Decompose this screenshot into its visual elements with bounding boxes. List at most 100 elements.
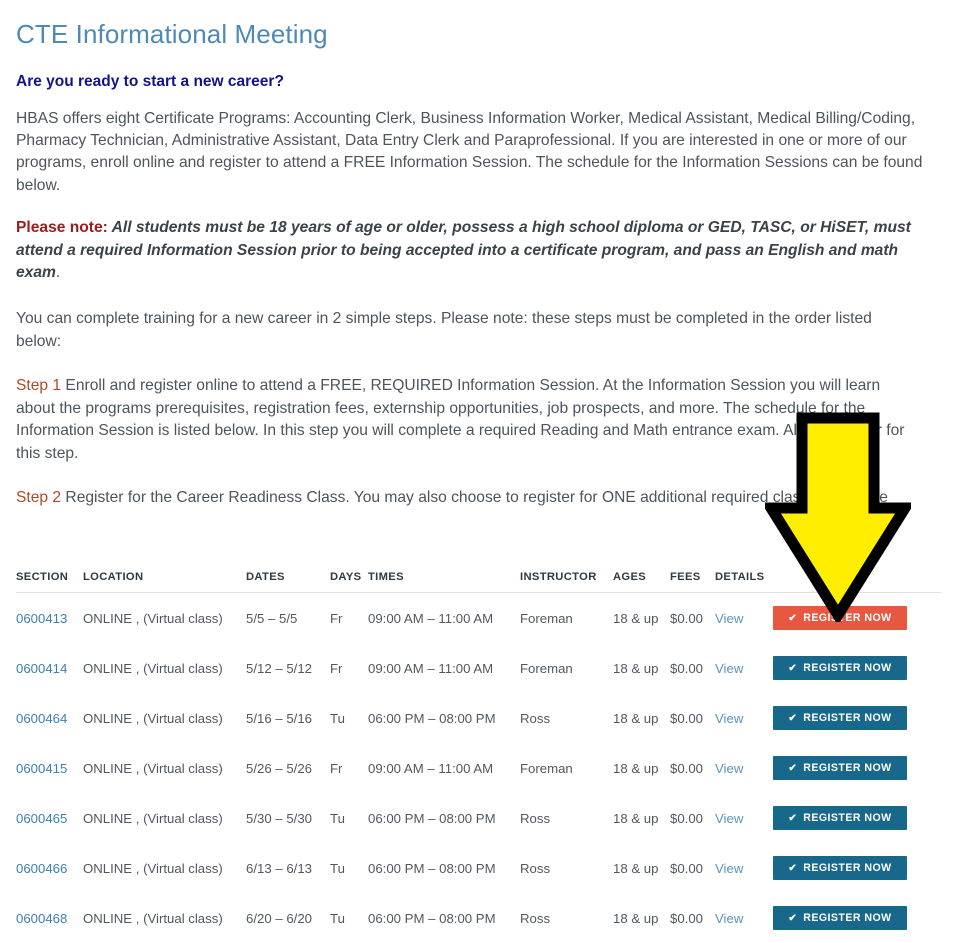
cell-instructor: Ross	[520, 710, 551, 726]
cell-days: Fr	[330, 610, 343, 626]
cell-action: ✔ REGISTER NOW	[773, 793, 941, 843]
cell-location: ONLINE , (Virtual class)	[83, 810, 223, 826]
cell-details: View	[715, 593, 773, 644]
register-now-button[interactable]: ✔ REGISTER NOW	[773, 856, 907, 881]
cell-section: 0600465	[16, 793, 83, 843]
column-header-location: LOCATION	[83, 571, 246, 594]
schedule-table-body: 0600413 ONLINE , (Virtual class) 5/5 – 5/5…	[16, 593, 941, 943]
table-row: 0600415 ONLINE , (Virtual class) 5/26 – 5/…	[16, 743, 941, 793]
view-details-link[interactable]: View	[715, 811, 743, 826]
view-details-link[interactable]: View	[715, 611, 743, 626]
table-row: 0600466 ONLINE , (Virtual class) 6/13 – 6/…	[16, 843, 941, 893]
cell-ages: 18 & up	[613, 910, 659, 926]
cell-dates: 5/30 – 5/30	[246, 810, 312, 826]
column-header-section: SECTION	[16, 571, 83, 594]
cell-ages: 18 & up	[613, 660, 659, 676]
cell-details: View	[715, 743, 773, 793]
column-header-days: DAYS	[330, 571, 368, 594]
cell-section: 0600464	[16, 693, 83, 743]
cell-fees: $0.00	[670, 610, 704, 626]
cell-dates: 6/13 – 6/13	[246, 860, 312, 876]
section-number-link[interactable]: 0600413	[16, 611, 67, 626]
register-now-label: REGISTER NOW	[803, 712, 892, 725]
register-now-button[interactable]: ✔ REGISTER NOW	[773, 606, 907, 631]
cell-section: 0600414	[16, 643, 83, 693]
page-root: CTE Informational Meeting Are you ready …	[0, 0, 957, 931]
table-row: 0600468 ONLINE , (Virtual class) 6/20 – 6/…	[16, 893, 941, 943]
cell-ages: 18 & up	[613, 710, 659, 726]
cell-dates: 5/26 – 5/26	[246, 760, 312, 776]
cell-fees: $0.00	[670, 810, 704, 826]
register-now-button[interactable]: ✔ REGISTER NOW	[773, 756, 907, 781]
checkmark-icon: ✔	[788, 813, 798, 825]
cell-ages: 18 & up	[613, 760, 659, 776]
checkmark-icon: ✔	[788, 863, 798, 875]
cell-days: Tu	[330, 860, 345, 876]
content-area: CTE Informational Meeting Are you ready …	[0, 0, 957, 509]
register-now-button[interactable]: ✔ REGISTER NOW	[773, 656, 907, 681]
cell-days: Fr	[330, 660, 343, 676]
view-details-link[interactable]: View	[715, 911, 743, 926]
register-now-button[interactable]: ✔ REGISTER NOW	[773, 906, 907, 931]
view-details-link[interactable]: View	[715, 761, 743, 776]
cell-days: Tu	[330, 810, 345, 826]
column-header-action	[773, 571, 941, 594]
cell-instructor: Foreman	[520, 660, 573, 676]
table-row: 0600465 ONLINE , (Virtual class) 5/30 – 5/…	[16, 793, 941, 843]
cell-instructor: Ross	[520, 860, 551, 876]
section-number-link[interactable]: 0600414	[16, 661, 67, 676]
step-2-label: Step 2	[16, 488, 62, 506]
cell-instructor: Foreman	[520, 610, 573, 626]
cell-section: 0600466	[16, 843, 83, 893]
cell-location: ONLINE , (Virtual class)	[83, 910, 223, 926]
cell-action: ✔ REGISTER NOW	[773, 743, 941, 793]
page-title: CTE Informational Meeting	[16, 19, 328, 49]
cell-action: ✔ REGISTER NOW	[773, 643, 941, 693]
cell-dates: 6/20 – 6/20	[246, 910, 312, 926]
cell-days: Fr	[330, 760, 343, 776]
cell-days: Tu	[330, 710, 345, 726]
register-now-button[interactable]: ✔ REGISTER NOW	[773, 706, 907, 731]
register-now-button[interactable]: ✔ REGISTER NOW	[773, 806, 907, 831]
cell-dates: 5/12 – 5/12	[246, 660, 312, 676]
register-now-label: REGISTER NOW	[803, 762, 892, 775]
cell-times: 06:00 PM – 08:00 PM	[368, 910, 496, 926]
column-header-ages: AGES	[613, 571, 670, 594]
cell-ages: 18 & up	[613, 610, 659, 626]
cell-ages: 18 & up	[613, 860, 659, 876]
please-note-tail: .	[55, 264, 61, 282]
column-header-details: DETAILS	[715, 571, 773, 594]
step-1-body: Enroll and register online to attend a F…	[16, 377, 905, 462]
register-now-label: REGISTER NOW	[803, 912, 892, 925]
cell-section: 0600415	[16, 743, 83, 793]
cell-details: View	[715, 643, 773, 693]
section-number-link[interactable]: 0600468	[16, 911, 67, 926]
view-details-link[interactable]: View	[715, 711, 743, 726]
cell-times: 09:00 AM – 11:00 AM	[368, 760, 494, 776]
step-2-body: Register for the Career Readiness Class.…	[61, 488, 888, 506]
section-number-link[interactable]: 0600466	[16, 861, 67, 876]
cell-times: 06:00 PM – 08:00 PM	[368, 710, 496, 726]
table-row: 0600464 ONLINE , (Virtual class) 5/16 – 5/…	[16, 693, 941, 743]
cell-times: 06:00 PM – 08:00 PM	[368, 810, 496, 826]
section-number-link[interactable]: 0600464	[16, 711, 67, 726]
step-1-paragraph: Step 1 Enroll and register online to att…	[16, 375, 921, 465]
cell-fees: $0.00	[670, 760, 704, 776]
cell-location: ONLINE , (Virtual class)	[83, 710, 223, 726]
cell-action: ✔ REGISTER NOW	[773, 843, 941, 893]
view-details-link[interactable]: View	[715, 861, 743, 876]
cell-instructor: Foreman	[520, 760, 573, 776]
view-details-link[interactable]: View	[715, 661, 743, 676]
cell-action: ✔ REGISTER NOW	[773, 693, 941, 743]
cell-times: 09:00 AM – 11:00 AM	[368, 610, 494, 626]
column-header-fees: FEES	[670, 571, 715, 594]
cell-instructor: Ross	[520, 810, 551, 826]
section-number-link[interactable]: 0600415	[16, 761, 67, 776]
cell-fees: $0.00	[670, 910, 704, 926]
column-header-dates: DATES	[246, 571, 330, 594]
cell-action: ✔ REGISTER NOW	[773, 893, 941, 943]
checkmark-icon: ✔	[788, 763, 798, 775]
section-number-link[interactable]: 0600465	[16, 811, 67, 826]
please-note-label: Please note:	[16, 219, 108, 237]
steps-intro-paragraph: You can complete training for a new care…	[16, 310, 872, 350]
